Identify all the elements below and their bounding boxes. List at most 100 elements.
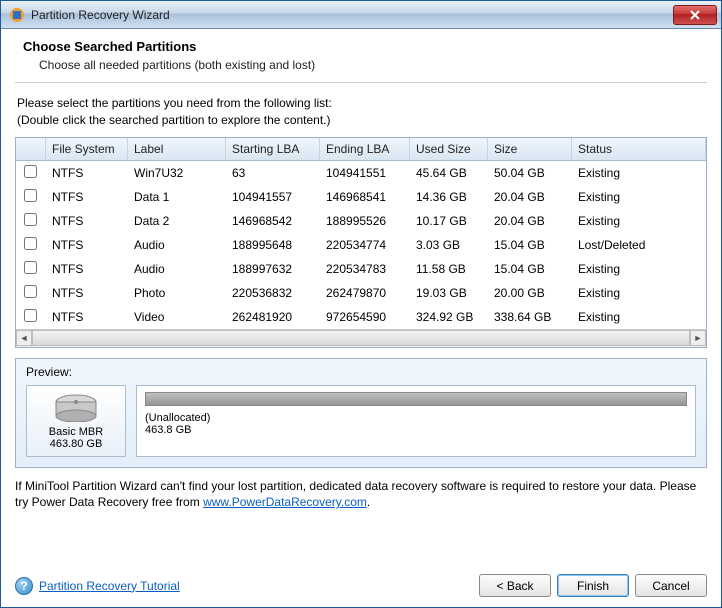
footer: ? Partition Recovery Tutorial < Back Fin… (15, 564, 707, 597)
row-checkbox[interactable] (24, 261, 37, 274)
disk-size: 463.80 GB (31, 438, 121, 450)
help-link-group: ? Partition Recovery Tutorial (15, 577, 180, 595)
col-ending-lba[interactable]: Ending LBA (320, 138, 410, 160)
recovery-note: If MiniTool Partition Wizard can't find … (15, 478, 707, 512)
cell-size: 20.00 GB (488, 282, 572, 304)
horizontal-scrollbar[interactable]: ◄ ► (16, 329, 706, 347)
titlebar[interactable]: Partition Recovery Wizard (1, 1, 721, 29)
window-title: Partition Recovery Wizard (31, 8, 673, 22)
cell-label: Photo (128, 282, 226, 304)
cell-starting-lba: 188995648 (226, 234, 320, 256)
cancel-button[interactable]: Cancel (635, 574, 707, 597)
cell-label: Audio (128, 258, 226, 280)
cell-used-size: 324.92 GB (410, 306, 488, 328)
table-row[interactable]: NTFSAudio18899763222053478311.58 GB15.04… (16, 257, 706, 281)
cell-status: Existing (572, 306, 706, 328)
cell-ending-lba: 146968541 (320, 186, 410, 208)
tutorial-link[interactable]: Partition Recovery Tutorial (39, 579, 180, 593)
cell-filesystem: NTFS (46, 210, 128, 232)
col-label[interactable]: Label (128, 138, 226, 160)
cell-starting-lba: 146968542 (226, 210, 320, 232)
row-checkbox[interactable] (24, 285, 37, 298)
help-icon[interactable]: ? (15, 577, 33, 595)
table-row[interactable]: NTFSAudio1889956482205347743.03 GB15.04 … (16, 233, 706, 257)
cell-starting-lba: 188997632 (226, 258, 320, 280)
wizard-body: Choose Searched Partitions Choose all ne… (1, 29, 721, 607)
cell-ending-lba: 104941551 (320, 162, 410, 184)
row-checkbox[interactable] (24, 165, 37, 178)
cell-ending-lba: 220534774 (320, 234, 410, 256)
partition-label: (Unallocated) (145, 412, 687, 424)
cell-status: Lost/Deleted (572, 234, 706, 256)
table-header: File System Label Starting LBA Ending LB… (16, 138, 706, 161)
col-size[interactable]: Size (488, 138, 572, 160)
cell-size: 15.04 GB (488, 258, 572, 280)
power-data-recovery-link[interactable]: www.PowerDataRecovery.com (203, 495, 367, 509)
back-button[interactable]: < Back (479, 574, 551, 597)
cell-filesystem: NTFS (46, 282, 128, 304)
col-checkbox[interactable] (16, 138, 46, 160)
cell-used-size: 11.58 GB (410, 258, 488, 280)
table-row[interactable]: NTFSData 110494155714696854114.36 GB20.0… (16, 185, 706, 209)
cell-ending-lba: 220534783 (320, 258, 410, 280)
col-filesystem[interactable]: File System (46, 138, 128, 160)
cell-filesystem: NTFS (46, 186, 128, 208)
partition-preview-box[interactable]: (Unallocated) 463.8 GB (136, 385, 696, 457)
table-row[interactable]: NTFSData 214696854218899552610.17 GB20.0… (16, 209, 706, 233)
page-subtitle: Choose all needed partitions (both exist… (39, 58, 699, 72)
finish-button[interactable]: Finish (557, 574, 629, 597)
cell-used-size: 14.36 GB (410, 186, 488, 208)
partition-bar (145, 392, 687, 406)
row-checkbox[interactable] (24, 309, 37, 322)
cell-label: Data 2 (128, 210, 226, 232)
cell-filesystem: NTFS (46, 306, 128, 328)
cell-filesystem: NTFS (46, 258, 128, 280)
col-starting-lba[interactable]: Starting LBA (226, 138, 320, 160)
cell-size: 20.04 GB (488, 210, 572, 232)
scroll-right-icon[interactable]: ► (690, 330, 706, 346)
cell-starting-lba: 220536832 (226, 282, 320, 304)
scroll-track[interactable] (32, 330, 690, 346)
table-row[interactable]: NTFSVideo262481920972654590324.92 GB338.… (16, 305, 706, 329)
cell-used-size: 45.64 GB (410, 162, 488, 184)
row-checkbox[interactable] (24, 237, 37, 250)
scroll-left-icon[interactable]: ◄ (16, 330, 32, 346)
cell-size: 338.64 GB (488, 306, 572, 328)
partition-table: File System Label Starting LBA Ending LB… (15, 137, 707, 348)
cell-status: Existing (572, 282, 706, 304)
instruction-line: (Double click the searched partition to … (17, 112, 707, 129)
cell-label: Win7U32 (128, 162, 226, 184)
wizard-window: Partition Recovery Wizard Choose Searche… (0, 0, 722, 608)
col-status[interactable]: Status (572, 138, 706, 160)
cell-label: Data 1 (128, 186, 226, 208)
cell-status: Existing (572, 162, 706, 184)
preview-panel: Preview: Basic MBR 463.80 GB (Unallocate… (15, 358, 707, 468)
cell-ending-lba: 972654590 (320, 306, 410, 328)
close-button[interactable] (673, 5, 717, 25)
cell-status: Existing (572, 186, 706, 208)
cell-ending-lba: 262479870 (320, 282, 410, 304)
col-used-size[interactable]: Used Size (410, 138, 488, 160)
header-panel: Choose Searched Partitions Choose all ne… (15, 29, 707, 83)
instructions: Please select the partitions you need fr… (17, 95, 707, 129)
row-checkbox[interactable] (24, 213, 37, 226)
cell-starting-lba: 63 (226, 162, 320, 184)
cell-status: Existing (572, 210, 706, 232)
hdd-icon (52, 392, 100, 422)
app-icon (9, 7, 25, 23)
row-checkbox[interactable] (24, 189, 37, 202)
preview-label: Preview: (26, 365, 696, 379)
cell-size: 50.04 GB (488, 162, 572, 184)
table-row[interactable]: NTFSWin7U326310494155145.64 GB50.04 GBEx… (16, 161, 706, 185)
cell-filesystem: NTFS (46, 162, 128, 184)
cell-used-size: 19.03 GB (410, 282, 488, 304)
disk-box[interactable]: Basic MBR 463.80 GB (26, 385, 126, 457)
table-row[interactable]: NTFSPhoto22053683226247987019.03 GB20.00… (16, 281, 706, 305)
cell-size: 20.04 GB (488, 186, 572, 208)
button-bar: < Back Finish Cancel (479, 574, 707, 597)
disk-name: Basic MBR (31, 426, 121, 438)
scroll-thumb[interactable] (32, 330, 690, 346)
cell-starting-lba: 104941557 (226, 186, 320, 208)
instruction-line: Please select the partitions you need fr… (17, 95, 707, 112)
table-body: NTFSWin7U326310494155145.64 GB50.04 GBEx… (16, 161, 706, 329)
